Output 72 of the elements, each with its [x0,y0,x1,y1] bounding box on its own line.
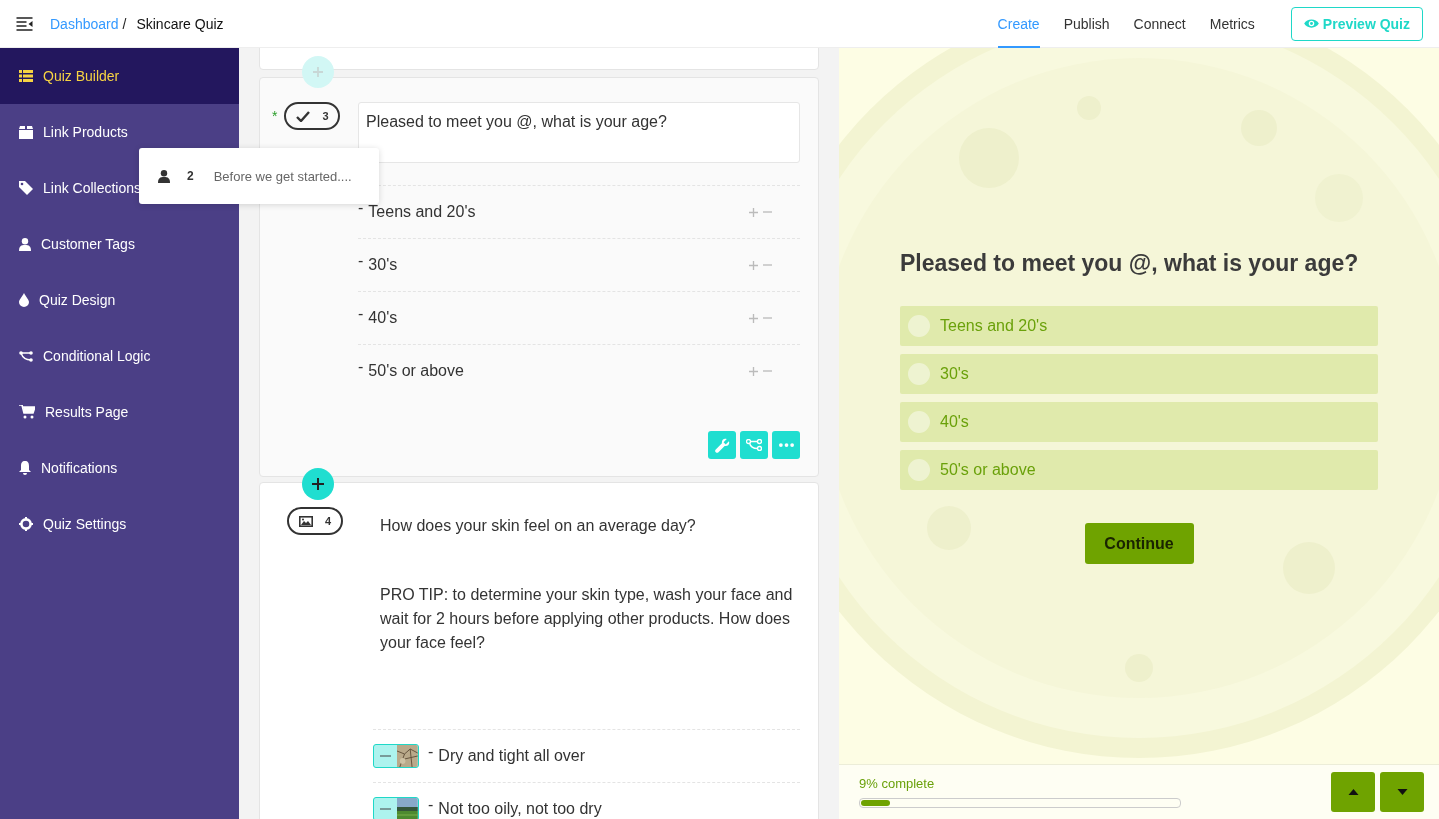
question-text-field[interactable]: Pleased to meet you @, what is your age? [358,102,800,163]
answer-marker: - [428,743,434,761]
image-icon [298,515,313,527]
answer-image-button[interactable] [373,744,419,768]
branch-icon [746,439,762,451]
drop-icon [19,293,29,307]
progress-label: 9% complete [859,776,936,791]
answer-text[interactable]: Teens and 20's [368,203,749,221]
plus-icon[interactable] [749,366,758,376]
question-text: How does your skin feel on an average day? [379,516,697,535]
continue-button[interactable]: Continue [1084,523,1194,564]
answer-marker: - [358,358,364,376]
add-question-icon[interactable] [302,468,334,500]
sidebar-item[interactable]: Quiz Builder [0,48,239,104]
plus-icon[interactable] [749,207,758,217]
plus-icon[interactable] [749,313,758,323]
settings-button[interactable] [708,431,736,459]
tag-icon [19,181,33,195]
breadcrumb-separator: / [122,15,127,32]
answer-marker: - [358,252,364,270]
question-number: 2 [187,169,194,183]
caret-down-icon [1396,789,1408,795]
list-icon [19,70,33,82]
plus-icon[interactable] [749,260,758,270]
box-icon [19,125,33,139]
question-type-badge[interactable]: 4 [287,507,343,535]
answer-text[interactable]: Not too oily, not too dry [438,800,800,818]
gear-icon [19,517,33,531]
question-title: Before we get started.... [213,168,352,184]
more-button[interactable] [772,431,800,459]
branch-icon [19,350,33,362]
nav-tab[interactable]: Connect [1133,0,1186,48]
sidebar-item[interactable]: Results Page [0,384,239,440]
check-icon [296,110,311,122]
sidebar-item[interactable]: Quiz Settings [0,496,239,552]
minus-icon[interactable] [763,264,772,266]
previous-button[interactable] [1331,772,1375,812]
nav-tab[interactable]: Metrics [1209,0,1255,48]
user-icon [19,237,31,251]
minus-icon [380,808,392,810]
wrench-icon [714,437,730,453]
question-popover[interactable]: 2 Before we get started.... [139,148,379,204]
nav-tab[interactable]: Publish [1063,0,1110,48]
answer-marker: - [358,305,364,323]
required-mark: * [272,108,278,124]
cart-icon [19,405,35,419]
answer-marker: - [428,796,434,814]
answer-text[interactable]: Dry and tight all over [438,747,800,765]
preview-question: Pleased to meet you @, what is your age? [900,250,1360,277]
sidebar-item[interactable]: Quiz Design [0,272,239,328]
minus-icon[interactable] [763,370,772,372]
eye-icon [1303,18,1319,29]
minus-icon[interactable] [763,317,772,319]
sidebar-item[interactable]: Notifications [0,440,239,496]
caret-up-icon [1347,789,1359,795]
question-description: PRO TIP: to determine your skin type, wash your face and wait for 2 hours before applying other products. How does your face feel? [379,585,794,653]
bell-icon [19,461,31,475]
breadcrumb-current: Skincare Quiz [136,15,224,32]
question-type-badge[interactable]: 3 [284,102,341,130]
logic-button[interactable] [740,431,768,459]
minus-icon [380,755,392,757]
sidebar-item[interactable]: Conditional Logic [0,328,239,384]
menu-icon[interactable] [16,16,33,31]
more-icon [778,443,794,447]
answer-text[interactable]: 50's or above [368,362,749,380]
answer-text[interactable]: 40's [368,309,749,327]
user-icon [158,169,170,183]
answer-text[interactable]: 30's [368,256,749,274]
next-button[interactable] [1380,772,1424,812]
minus-icon[interactable] [763,211,772,213]
answer-image-button[interactable] [373,797,419,819]
sidebar-item[interactable]: Customer Tags [0,216,239,272]
